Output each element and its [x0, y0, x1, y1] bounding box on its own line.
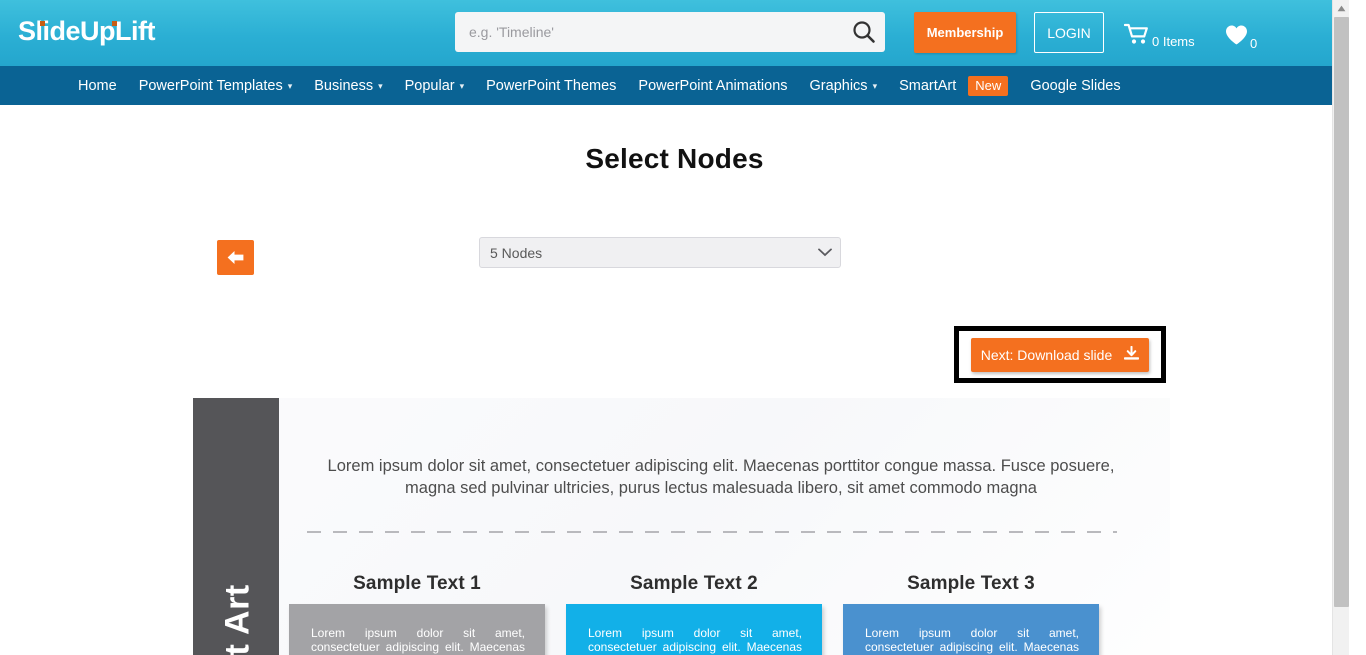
next-button-label: Next: Download slide [980, 346, 1113, 363]
slide-rail-title: Smart Art [219, 398, 258, 655]
membership-button[interactable]: Membership [914, 12, 1016, 53]
wishlist-count: 0 [1250, 36, 1258, 51]
card-body-text: Lorem ipsum dolor sit amet, consectetuer… [311, 626, 525, 655]
nav-label: Home [78, 77, 117, 94]
nav-label: Graphics [809, 77, 868, 94]
download-icon [1124, 345, 1140, 364]
card-body: Lorem ipsum dolor sit amet, consectetuer… [566, 604, 822, 655]
slide-cards: Sample Text 1 Lorem ipsum dolor sit amet… [289, 573, 1169, 655]
slide-divider [307, 531, 1117, 533]
next-download-slide-button[interactable]: Next: Download slide [971, 337, 1149, 372]
nav-label: PowerPoint Animations [638, 77, 788, 94]
next-button-highlight: Next: Download slide [954, 326, 1166, 383]
nav-item-smartart[interactable]: SmartArt New [899, 75, 1009, 96]
nav-item-graphics[interactable]: Graphics ▾ [810, 78, 878, 94]
page-scrollbar[interactable] [1332, 0, 1349, 655]
nav-item-popular[interactable]: Popular ▾ [405, 78, 465, 94]
search-icon[interactable] [843, 19, 885, 45]
slide-preview[interactable]: Smart Art Lorem ipsum dolor sit amet, co… [193, 398, 1170, 655]
slide-card[interactable]: Sample Text 2 Lorem ipsum dolor sit amet… [566, 573, 822, 655]
nav-item-business[interactable]: Business ▾ [314, 78, 382, 94]
chevron-down-icon: ▾ [459, 81, 465, 91]
site-logo[interactable]: SlideUpLift [18, 16, 156, 46]
nav-label: PowerPoint Themes [486, 77, 617, 94]
nav-label: SmartArt [899, 77, 957, 94]
nav-item-home[interactable]: Home [78, 78, 117, 94]
logo-dot-icon [40, 21, 45, 26]
chevron-down-icon: ▾ [872, 81, 878, 91]
nav-item-powerpoint-templates[interactable]: PowerPoint Templates ▾ [139, 78, 293, 94]
card-body-text: Lorem ipsum dolor sit amet, consectetuer… [588, 626, 802, 655]
cart-icon [1123, 23, 1150, 50]
card-body-text: Lorem ipsum dolor sit amet, consectetuer… [865, 626, 1079, 655]
login-button[interactable]: LOGIN [1034, 12, 1104, 53]
logo-dot-icon [112, 21, 117, 26]
nav-item-google-slides[interactable]: Google Slides [1030, 78, 1120, 94]
slide-intro-text: Lorem ipsum dolor sit amet, consectetuer… [327, 457, 1115, 497]
card-body: Lorem ipsum dolor sit amet, consectetuer… [843, 604, 1099, 655]
nav-label: Popular [404, 77, 455, 94]
card-title: Sample Text 3 [907, 573, 1035, 594]
search-bar[interactable] [455, 12, 885, 52]
node-count-select[interactable]: 3 Nodes 4 Nodes 5 Nodes 6 Nodes 7 Nodes [479, 237, 841, 268]
back-button[interactable] [217, 240, 254, 275]
scrollbar-thumb[interactable] [1334, 17, 1349, 607]
main-content: Select Nodes 3 Nodes 4 Nodes 5 Nodes 6 N… [0, 105, 1349, 655]
nav-label: PowerPoint Templates [138, 77, 283, 94]
nav-item-powerpoint-animations[interactable]: PowerPoint Animations [638, 78, 787, 94]
search-input[interactable] [455, 24, 843, 40]
nav-item-powerpoint-themes[interactable]: PowerPoint Themes [486, 78, 616, 94]
site-header: SlideUpLift Membership LOGIN [0, 0, 1349, 66]
page-root: SlideUpLift Membership LOGIN [0, 0, 1349, 655]
page-title: Select Nodes [585, 143, 764, 174]
main-navigation: Home PowerPoint Templates ▾ Business ▾ P… [0, 66, 1349, 105]
chevron-down-icon: ▾ [378, 81, 383, 91]
nav-label: Google Slides [1030, 77, 1121, 94]
wishlist-link[interactable]: 0 [1224, 24, 1257, 51]
slide-card[interactable]: Sample Text 1 Lorem ipsum dolor sit amet… [289, 573, 545, 655]
card-title: Sample Text 2 [630, 573, 758, 594]
slide-card[interactable]: Sample Text 3 Lorem ipsum dolor sit amet… [843, 573, 1099, 655]
new-badge: New [968, 75, 1009, 96]
cart-item-count: 0 Items [1152, 34, 1195, 49]
card-body: Lorem ipsum dolor sit amet, consectetuer… [289, 604, 545, 655]
heart-icon [1224, 24, 1249, 51]
chevron-down-icon: ▾ [287, 81, 293, 91]
nav-label: Business [314, 77, 374, 94]
card-title: Sample Text 1 [353, 573, 481, 594]
site-logo-text: SlideUpLift [18, 16, 156, 46]
cart-link[interactable]: 0 Items [1123, 23, 1195, 50]
slide-side-rail: Smart Art [193, 398, 279, 655]
node-controls: 3 Nodes 4 Nodes 5 Nodes 6 Nodes 7 Nodes [0, 175, 1349, 275]
scroll-up-arrow-icon[interactable] [1333, 0, 1349, 17]
